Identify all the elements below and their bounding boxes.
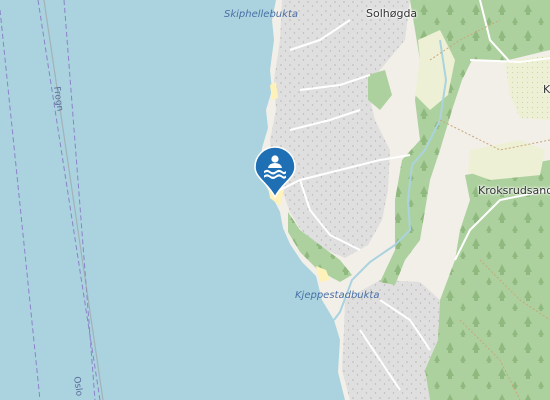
map-pin-icon (254, 146, 296, 199)
place-label-partial-k: K (543, 83, 550, 96)
place-label-solhogda: Solhøgda (366, 7, 418, 20)
water-label-kjeppestadbukta: Kjeppestadbukta (295, 290, 380, 301)
boundary-label-oslo: Oslo (71, 375, 84, 397)
place-label-kroksrudsand: Kroksrudsand (478, 184, 550, 197)
water-label-skiphellebukta: Skiphellebukta (224, 9, 298, 20)
map-canvas[interactable]: Solhøgda Skiphellebukta Kroksrudsand Kje… (0, 0, 550, 400)
map-base-layer (0, 0, 550, 400)
swimming-location-marker[interactable] (253, 145, 297, 199)
